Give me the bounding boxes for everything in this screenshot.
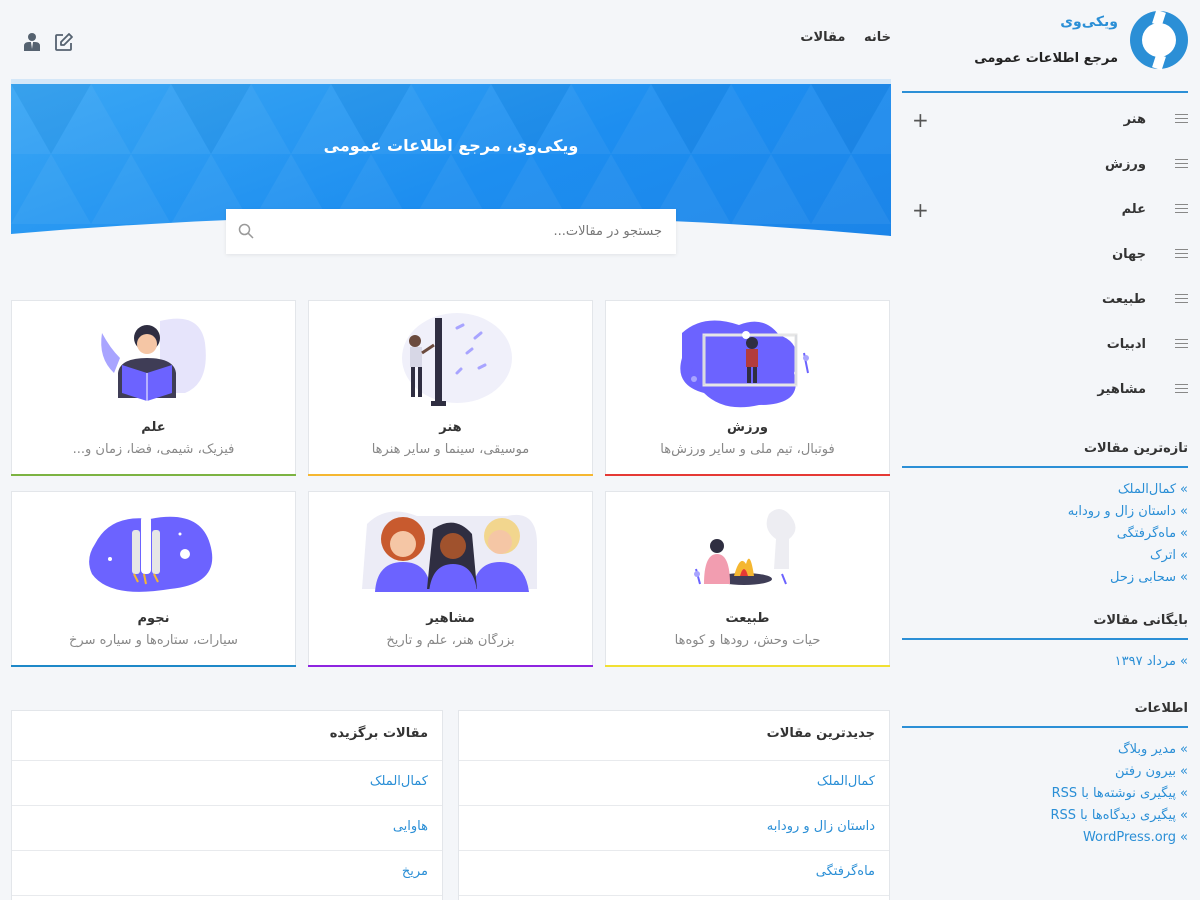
card-accent-bar [11,665,296,667]
category-card-sport[interactable]: ورزش فوتبال، تیم ملی و سایر ورزش‌ها [605,300,890,476]
card-accent-bar [308,474,593,476]
category-menu: هنر + ورزش علم + جهان طبیعت ادبیات مشاهی… [912,98,1188,413]
site-branding: ویکی‌وی مرجع اطلاعات عمومی [902,8,1188,74]
card-title[interactable]: ورزش [606,420,889,435]
nav-home-link[interactable]: خانه [864,30,891,45]
divider [902,91,1188,93]
search-box [226,209,676,254]
featured-posts-title: مقالات برگزیده [12,711,442,761]
card-title[interactable]: هنر [309,420,592,435]
category-card-art[interactable]: هنر موسیقی، سینما و سایر هنرها [308,300,593,476]
category-card-celebrities[interactable]: مشاهیر بزرگان هنر، علم و تاریخ [308,491,593,667]
category-label[interactable]: هنر [1124,112,1146,127]
card-accent-bar [11,474,296,476]
card-description: سیارات، ستاره‌ها و سیاره سرخ [69,633,238,648]
card-title[interactable]: مشاهیر [309,611,592,626]
card-title[interactable]: طبیعت [606,611,889,626]
category-item-art[interactable]: هنر + [912,98,1188,143]
newest-posts-box: جدیدترین مقالات کمال‌الملک داستان زال و … [458,710,890,900]
card-title[interactable]: نجوم [12,611,295,626]
category-item-sport[interactable]: ورزش [912,143,1188,188]
sidebar: ویکی‌وی مرجع اطلاعات عمومی هنر + ورزش عل… [902,0,1200,900]
recent-post-link[interactable]: »کمال‌الملک [1068,479,1188,501]
expand-plus-icon[interactable]: + [912,198,929,222]
category-item-literature[interactable]: ادبیات [912,323,1188,368]
people-illustration [362,511,537,592]
newest-posts-title: جدیدترین مقالات [459,711,889,761]
rocket-illustration [89,516,213,592]
category-card-astronomy[interactable]: نجوم سیارات، ستاره‌ها و سیاره سرخ [11,491,296,667]
info-list: »مدیر وبلاگ »بیرون رفتن »پیگیری نوشته‌ها… [1051,739,1189,849]
archive-list: »مرداد ۱۳۹۷ [1115,651,1188,673]
menu-lines-icon [1175,384,1188,396]
divider [902,726,1188,728]
category-label[interactable]: طبیعت [1102,292,1146,307]
category-item-world[interactable]: جهان [912,233,1188,278]
top-navigation: خانه مقالات [786,30,891,45]
category-label[interactable]: مشاهیر [1097,382,1146,397]
edit-icon[interactable] [54,32,74,52]
card-description: موسیقی، سینما و سایر هنرها [371,442,530,457]
reading-illustration [101,318,206,401]
card-accent-bar [605,474,890,476]
category-item-science[interactable]: علم + [912,188,1188,233]
site-title[interactable]: ویکی‌وی [1060,14,1118,30]
site-description: مرجع اطلاعات عمومی [974,51,1118,66]
info-link[interactable]: »مدیر وبلاگ [1051,739,1188,761]
recent-post-link[interactable]: »سحابی زحل [1068,567,1188,589]
card-description: فوتبال، تیم ملی و سایر ورزش‌ها [660,442,835,457]
card-description: حیات وحش، رودها و کوه‌ها [674,633,821,648]
info-link[interactable]: »WordPress.org [1051,827,1188,849]
divider [902,466,1188,468]
category-card-nature[interactable]: طبیعت حیات وحش، رودها و کوه‌ها [605,491,890,667]
menu-lines-icon [1175,294,1188,306]
menu-lines-icon [1175,204,1188,216]
category-label[interactable]: علم [1122,202,1146,217]
menu-lines-icon [1175,159,1188,171]
user-icon[interactable] [22,32,42,52]
category-item-nature[interactable]: طبیعت [912,278,1188,323]
category-card-science[interactable]: علم فیزیک، شیمی، فضا، زمان و... [11,300,296,476]
expand-plus-icon[interactable]: + [912,108,929,132]
category-item-celebrities[interactable]: مشاهیر [912,368,1188,413]
card-description: فیزیک، شیمی، فضا، زمان و... [72,442,235,457]
featured-post-link[interactable]: هاوایی [12,806,442,851]
recent-post-link[interactable]: »داستان زال و رودابه [1068,501,1188,523]
nav-articles-link[interactable]: مقالات [800,30,845,45]
archive-link[interactable]: »مرداد ۱۳۹۷ [1115,651,1188,673]
info-link[interactable]: »بیرون رفتن [1051,761,1188,783]
info-link[interactable]: »پیگیری نوشته‌ها با RSS [1051,783,1188,805]
menu-lines-icon [1175,249,1188,261]
site-logo[interactable] [1130,9,1188,71]
recent-posts-list: »کمال‌الملک »داستان زال و رودابه »ماه‌گر… [1068,479,1188,589]
menu-lines-icon [1175,339,1188,351]
recent-post-link[interactable]: »اترک [1068,545,1188,567]
card-title[interactable]: علم [12,420,295,435]
archive-title: بایگانی مقالات [1093,613,1188,628]
campfire-illustration [694,509,796,585]
featured-post-link[interactable]: کمال‌الملک [12,761,442,806]
search-icon[interactable] [238,223,254,239]
divider [902,638,1188,640]
hero-title: ویکی‌وی، مرجع اطلاعات عمومی [323,136,579,155]
menu-lines-icon [1175,114,1188,126]
info-title: اطلاعات [1134,701,1188,716]
info-link[interactable]: »پیگیری دیدگاه‌ها با RSS [1051,805,1189,827]
featured-post-link[interactable]: مریخ [12,851,442,896]
recent-posts-title: تازه‌ترین مقالات [1083,441,1188,456]
football-illustration [680,320,809,408]
featured-posts-box: مقالات برگزیده کمال‌الملک هاوایی مریخ [11,710,443,900]
newest-post-link[interactable]: کمال‌الملک [459,761,889,806]
card-description: بزرگان هنر، علم و تاریخ [386,633,515,648]
art-illustration [402,313,512,406]
card-accent-bar [308,665,593,667]
recent-post-link[interactable]: »ماه‌گرفتگی [1068,523,1188,545]
category-label[interactable]: ورزش [1105,157,1146,172]
category-label[interactable]: جهان [1112,247,1146,262]
card-accent-bar [605,665,890,667]
newest-post-link[interactable]: ماه‌گرفتگی [459,851,889,896]
search-input[interactable] [260,209,662,254]
category-label[interactable]: ادبیات [1107,337,1146,352]
newest-post-link[interactable]: داستان زال و رودابه [459,806,889,851]
